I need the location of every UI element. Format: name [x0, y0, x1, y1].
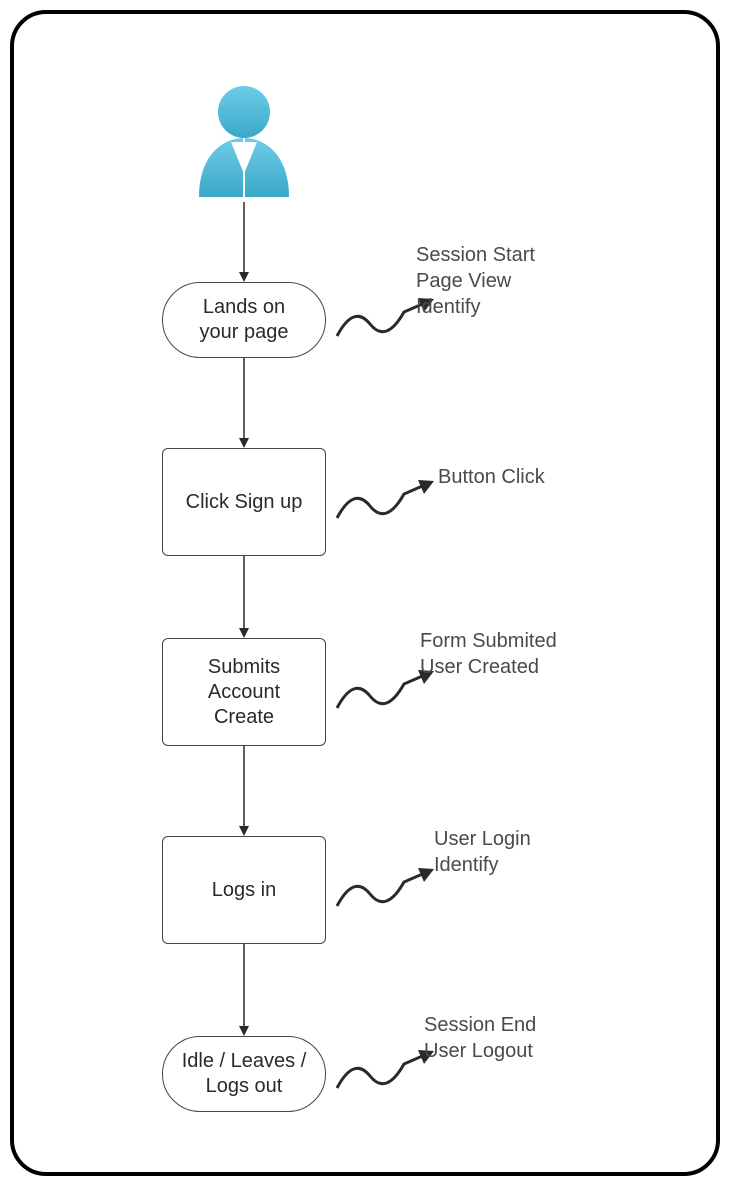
node-label: Submits Account Create: [177, 655, 311, 730]
event-label-login: User Login Identify: [434, 826, 531, 878]
squiggle-arrow-icon: [332, 476, 442, 526]
node-click-signup: Click Sign up: [162, 448, 326, 556]
user-icon: [189, 82, 299, 202]
node-submits-account: Submits Account Create: [162, 638, 326, 746]
event-label-signup: Button Click: [438, 464, 545, 490]
event-label-lands: Session Start Page View Identify: [416, 242, 535, 320]
node-label: Click Sign up: [186, 490, 303, 515]
flowchart-diagram: Lands on your page Session Start Page Vi…: [14, 14, 716, 1172]
arrow-down-icon: [237, 358, 251, 448]
node-lands-on-page: Lands on your page: [162, 282, 326, 358]
node-label: Idle / Leaves / Logs out: [181, 1049, 307, 1099]
arrow-down-icon: [237, 746, 251, 836]
event-label-idle: Session End User Logout: [424, 1012, 536, 1064]
arrow-down-icon: [237, 556, 251, 638]
squiggle-arrow-icon: [332, 864, 442, 914]
event-label-submit: Form Submited User Created: [420, 628, 557, 680]
node-label: Lands on your page: [181, 295, 307, 345]
arrow-down-icon: [237, 202, 251, 282]
arrow-down-icon: [237, 944, 251, 1036]
node-logs-in: Logs in: [162, 836, 326, 944]
node-label: Logs in: [212, 878, 277, 903]
node-idle-logout: Idle / Leaves / Logs out: [162, 1036, 326, 1112]
diagram-frame: Lands on your page Session Start Page Vi…: [10, 10, 720, 1176]
